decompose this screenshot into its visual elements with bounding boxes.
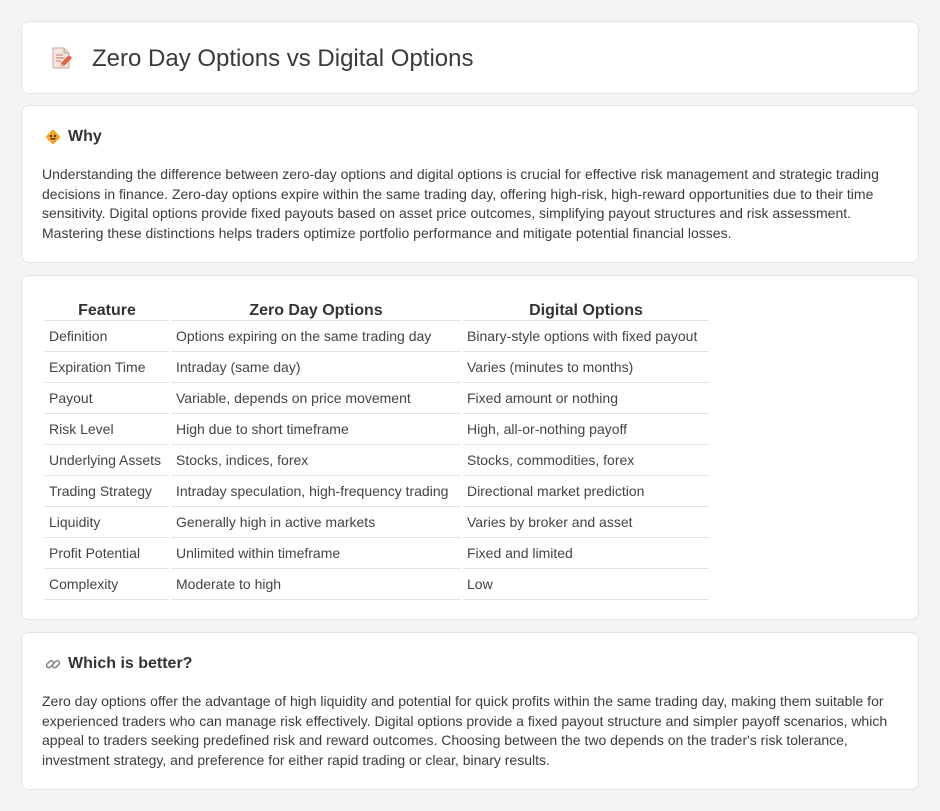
table-row: Profit Potential Unlimited within timefr… bbox=[45, 538, 709, 569]
table-row: Definition Options expiring on the same … bbox=[45, 321, 709, 352]
digital-cell: High, all-or-nothing payoff bbox=[463, 414, 709, 445]
header-zero-day-options: Zero Day Options bbox=[172, 295, 460, 321]
feature-cell: Profit Potential bbox=[45, 538, 169, 569]
page-title: Zero Day Options vs Digital Options bbox=[92, 45, 474, 72]
table-header-row: Feature Zero Day Options Digital Options bbox=[45, 295, 709, 321]
table-row: Expiration Time Intraday (same day) Vari… bbox=[45, 352, 709, 383]
why-body: Understanding the difference between zer… bbox=[42, 166, 879, 241]
zero-day-cell: Unlimited within timeframe bbox=[172, 538, 460, 569]
which-is-better-body: Zero day options offer the advantage of … bbox=[42, 693, 888, 768]
zero-day-cell: Intraday (same day) bbox=[172, 352, 460, 383]
feature-cell: Definition bbox=[45, 321, 169, 352]
zero-day-cell: High due to short timeframe bbox=[172, 414, 460, 445]
digital-cell: Varies (minutes to months) bbox=[463, 352, 709, 383]
digital-cell: Fixed and limited bbox=[463, 538, 709, 569]
zero-day-cell: Variable, depends on price movement bbox=[172, 383, 460, 414]
feature-cell: Complexity bbox=[45, 569, 169, 600]
link-icon bbox=[44, 655, 62, 673]
title-card: Zero Day Options vs Digital Options bbox=[21, 21, 919, 94]
digital-cell: Varies by broker and asset bbox=[463, 507, 709, 538]
digital-cell: Stocks, commodities, forex bbox=[463, 445, 709, 476]
table-row: Underlying Assets Stocks, indices, forex… bbox=[45, 445, 709, 476]
feature-cell: Payout bbox=[45, 383, 169, 414]
header-digital-options: Digital Options bbox=[463, 295, 709, 321]
which-is-better-section: Which is better? Zero day options offer … bbox=[21, 632, 919, 790]
comparison-card: Feature Zero Day Options Digital Options… bbox=[21, 275, 919, 620]
comparison-table: Feature Zero Day Options Digital Options… bbox=[42, 295, 712, 600]
why-title: Why bbox=[68, 128, 102, 145]
document-pencil-icon bbox=[49, 46, 73, 70]
feature-cell: Liquidity bbox=[45, 507, 169, 538]
table-row: Risk Level High due to short timeframe H… bbox=[45, 414, 709, 445]
feature-cell: Expiration Time bbox=[45, 352, 169, 383]
which-is-better-title: Which is better? bbox=[68, 655, 193, 672]
header-feature: Feature bbox=[45, 295, 169, 321]
diamond-sign-icon bbox=[44, 128, 62, 146]
zero-day-cell: Generally high in active markets bbox=[172, 507, 460, 538]
table-row: Liquidity Generally high in active marke… bbox=[45, 507, 709, 538]
zero-day-cell: Stocks, indices, forex bbox=[172, 445, 460, 476]
table-row: Payout Variable, depends on price moveme… bbox=[45, 383, 709, 414]
zero-day-cell: Options expiring on the same trading day bbox=[172, 321, 460, 352]
zero-day-cell: Moderate to high bbox=[172, 569, 460, 600]
digital-cell: Binary-style options with fixed payout bbox=[463, 321, 709, 352]
digital-cell: Low bbox=[463, 569, 709, 600]
digital-cell: Directional market prediction bbox=[463, 476, 709, 507]
why-section: Why Understanding the difference between… bbox=[21, 105, 919, 263]
table-row: Complexity Moderate to high Low bbox=[45, 569, 709, 600]
feature-cell: Underlying Assets bbox=[45, 445, 169, 476]
feature-cell: Trading Strategy bbox=[45, 476, 169, 507]
table-row: Trading Strategy Intraday speculation, h… bbox=[45, 476, 709, 507]
zero-day-cell: Intraday speculation, high-frequency tra… bbox=[172, 476, 460, 507]
feature-cell: Risk Level bbox=[45, 414, 169, 445]
digital-cell: Fixed amount or nothing bbox=[463, 383, 709, 414]
